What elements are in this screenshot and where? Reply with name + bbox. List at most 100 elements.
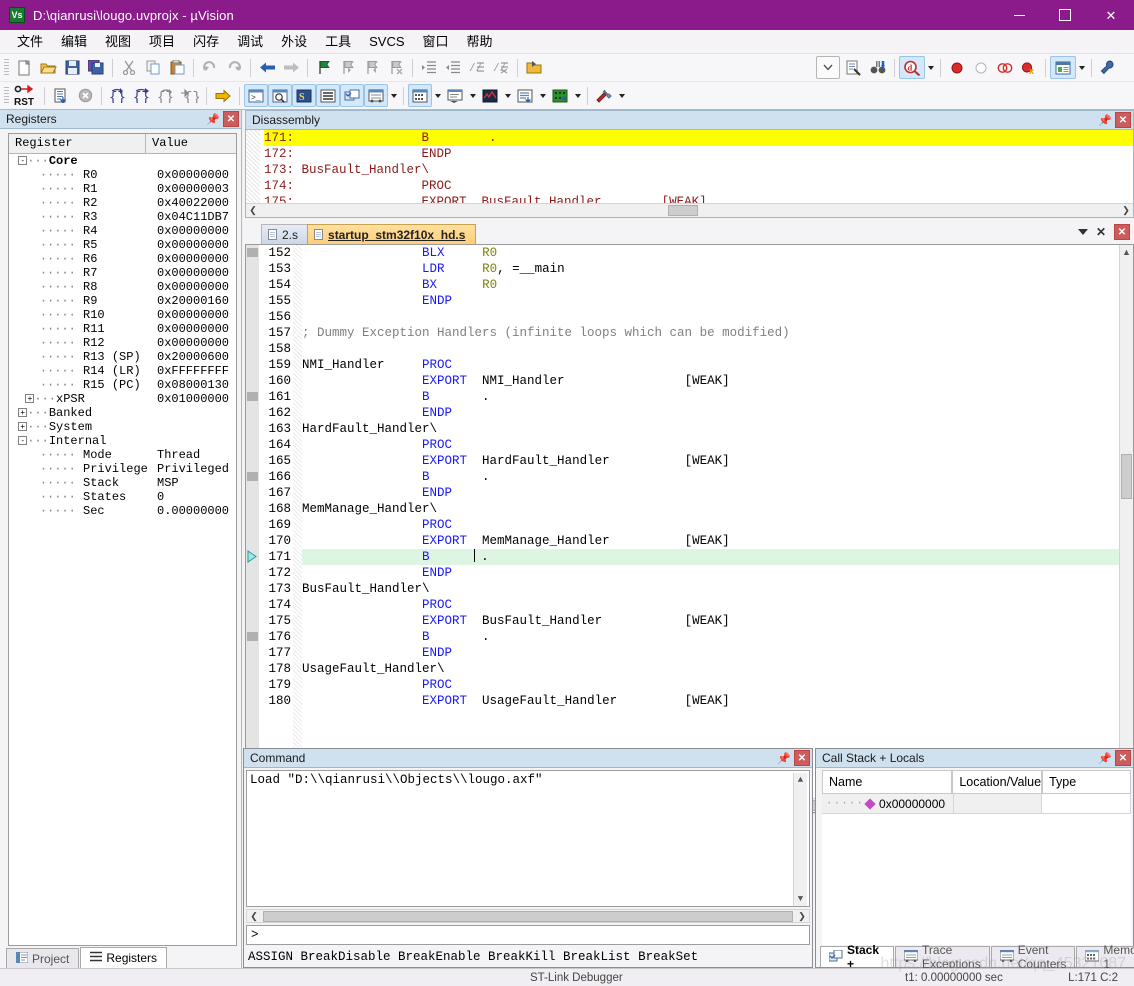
expander-icon[interactable]: -	[18, 436, 28, 445]
register-row[interactable]: - ···Internal	[9, 434, 236, 448]
close-icon[interactable]: ✕	[1096, 226, 1106, 238]
tab-registers[interactable]: Registers	[80, 947, 168, 968]
command-input[interactable]: >	[246, 925, 810, 945]
command-output[interactable]: Load "D:\\qianrusi\\Objects\\lougo.axf" …	[246, 770, 810, 907]
menu-item-view[interactable]: 视图	[96, 31, 140, 53]
trace-dropdown-arrow[interactable]	[388, 84, 399, 107]
find-magnifier-icon[interactable]: d	[899, 56, 925, 79]
toolbox-list-icon[interactable]	[513, 84, 537, 107]
column-header-location[interactable]: Location/Value	[952, 770, 1043, 794]
disassembly-line[interactable]: 173: BusFault_Handler\	[264, 162, 1133, 178]
close-icon[interactable]: ✕	[1115, 750, 1131, 766]
analysis-window-icon[interactable]	[478, 84, 502, 107]
bookmark-toggle-icon[interactable]	[312, 56, 336, 79]
uncomment-icon[interactable]: //	[489, 56, 513, 79]
tab-call-stack-locals[interactable]: Call Stack + Locals	[820, 929, 895, 985]
register-row[interactable]: ····· R3 0x04C11DB7	[9, 210, 236, 224]
menu-item-window[interactable]: 窗口	[414, 31, 458, 53]
step-over-icon[interactable]: {}	[130, 84, 154, 107]
step-into-icon[interactable]: {}	[106, 84, 130, 107]
scroll-down-icon[interactable]: ▼	[798, 892, 803, 906]
stop-icon[interactable]	[73, 84, 97, 107]
menu-item-project[interactable]: 项目	[140, 31, 184, 53]
breakpoint-disable-icon[interactable]	[969, 56, 993, 79]
register-row[interactable]: ····· R8 0x00000000	[9, 280, 236, 294]
reset-icon[interactable]: RST	[12, 84, 40, 107]
code-line[interactable]	[302, 341, 1119, 357]
breakpoint-marker[interactable]	[247, 392, 258, 401]
breakpoint-marker[interactable]	[247, 632, 258, 641]
code-line[interactable]: B .	[302, 549, 1119, 565]
code-line[interactable]: B .	[302, 469, 1119, 485]
disassembly-gutter[interactable]	[246, 130, 260, 203]
run-icon[interactable]	[49, 84, 73, 107]
register-row[interactable]: ····· Mode Thread	[9, 448, 236, 462]
register-row[interactable]: ····· R7 0x00000000	[9, 266, 236, 280]
show-next-statement-icon[interactable]	[211, 84, 235, 107]
disassembly-line[interactable]: 175: EXPORT BusFault_Handler [WEAK]	[264, 194, 1133, 203]
editor-text-area[interactable]: 152 153 154 155 156 157 158 159 160 161 162 163 164 1…	[246, 245, 1133, 798]
code-line[interactable]: ENDP	[302, 645, 1119, 661]
serial-dropdown-arrow[interactable]	[467, 84, 478, 107]
save-icon[interactable]	[60, 56, 84, 79]
expander-icon[interactable]: -	[18, 156, 28, 165]
bookmark-prev-icon[interactable]	[336, 56, 360, 79]
code-line[interactable]: NMI_Handler PROC	[302, 357, 1119, 373]
menu-item-flash[interactable]: 闪存	[184, 31, 228, 53]
editor-gutter[interactable]	[246, 245, 259, 798]
command-vscroll-track[interactable]	[794, 787, 808, 892]
step-out-icon[interactable]: {}	[154, 84, 178, 107]
register-row[interactable]: ····· R1 0x00000003	[9, 182, 236, 196]
register-row[interactable]: ····· Sec 0.00000000	[9, 504, 236, 518]
indent-icon[interactable]	[417, 56, 441, 79]
tab-project[interactable]: Project	[6, 948, 80, 968]
combo-dropdown[interactable]	[816, 56, 840, 79]
code-line[interactable]: PROC	[302, 677, 1119, 693]
undo-icon[interactable]	[198, 56, 222, 79]
navigate-back-icon[interactable]	[255, 56, 279, 79]
toolbar-grip[interactable]	[4, 58, 9, 77]
editor-vscroll-thumb[interactable]	[1120, 454, 1132, 499]
comment-icon[interactable]: //	[465, 56, 489, 79]
scroll-up-icon[interactable]: ▲	[1122, 245, 1131, 259]
find-in-files-icon[interactable]	[840, 56, 866, 79]
code-line[interactable]: BX R0	[302, 277, 1119, 293]
code-line[interactable]: BusFault_Handler\	[302, 581, 1119, 597]
code-line[interactable]: UsageFault_Handler\	[302, 661, 1119, 677]
code-line[interactable]: PROC	[302, 597, 1119, 613]
registers-window-icon[interactable]	[316, 84, 340, 107]
expander-icon[interactable]: +	[18, 422, 28, 431]
menu-item-peripherals[interactable]: 外设	[272, 31, 316, 53]
code-line[interactable]: ENDP	[302, 293, 1119, 309]
column-header-name[interactable]: Name	[822, 770, 953, 794]
editor-code[interactable]: BLX R0 LDR R0, =__main BX R0 ENDP ; Dumm…	[302, 245, 1119, 798]
table-row[interactable]: ····· 0x00000000	[822, 794, 1132, 814]
code-line[interactable]: EXPORT HardFault_Handler [WEAK]	[302, 453, 1119, 469]
column-header-type[interactable]: Type	[1042, 770, 1131, 794]
tools-dropdown-arrow[interactable]	[616, 84, 627, 107]
scroll-up-icon[interactable]: ▲	[798, 773, 803, 787]
redo-icon[interactable]	[222, 56, 246, 79]
menu-item-file[interactable]: 文件	[8, 31, 52, 53]
close-icon[interactable]: ✕	[794, 750, 810, 766]
disassembly-hscrollbar[interactable]: ❮ ❯	[246, 203, 1133, 217]
code-line[interactable]: B .	[302, 389, 1119, 405]
disassembly-line[interactable]: 171: B .	[264, 130, 1133, 146]
register-row[interactable]: ····· R15 (PC) 0x08000130	[9, 378, 236, 392]
command-hscrollbar[interactable]: ❮ ❯	[246, 909, 810, 923]
disassembly-line[interactable]: 172: ENDP	[264, 146, 1133, 162]
close-icon[interactable]: ✕	[223, 111, 239, 127]
command-vscrollbar[interactable]: ▲ ▼	[793, 773, 807, 906]
bookmark-next-icon[interactable]	[360, 56, 384, 79]
code-line[interactable]	[302, 309, 1119, 325]
register-row[interactable]: ····· Privilege Privileged	[9, 462, 236, 476]
pin-icon[interactable]: 📌	[776, 750, 792, 766]
minimize-button[interactable]	[996, 0, 1042, 30]
chevron-down-icon[interactable]	[1077, 229, 1088, 235]
register-row[interactable]: ····· R14 (LR) 0xFFFFFFFF	[9, 364, 236, 378]
window-layout-dropdown-arrow[interactable]	[1076, 56, 1087, 79]
register-row[interactable]: ····· R6 0x00000000	[9, 252, 236, 266]
register-row[interactable]: - ···Core	[9, 154, 236, 168]
code-line[interactable]: BLX R0	[302, 245, 1119, 261]
code-line[interactable]: EXPORT BusFault_Handler [WEAK]	[302, 613, 1119, 629]
